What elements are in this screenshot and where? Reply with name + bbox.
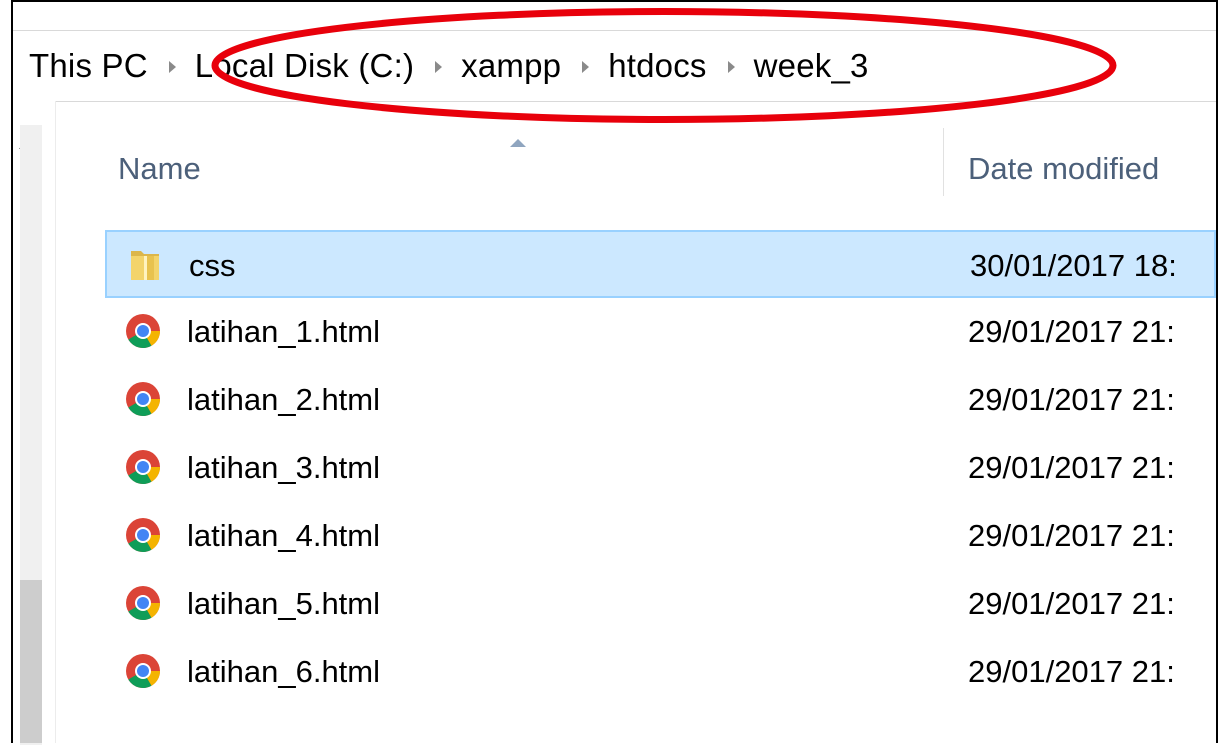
breadcrumb-chevron-icon[interactable] (582, 61, 590, 73)
breadcrumb-chevron-icon[interactable] (168, 61, 176, 73)
chrome-html-file-icon (126, 314, 160, 348)
file-name: latihan_2.html (187, 382, 381, 417)
breadcrumb-htdocs[interactable]: htdocs (606, 47, 708, 85)
address-bar[interactable]: This PC Local Disk (C:) xampp htdocs wee… (13, 30, 1216, 102)
list-item[interactable]: latihan_2.html 29/01/2017 21: (105, 366, 1216, 434)
breadcrumb-chevron-icon[interactable] (727, 61, 735, 73)
chrome-html-file-icon (126, 382, 160, 416)
column-header-date-modified[interactable]: Date modified (968, 151, 1159, 187)
breadcrumb: This PC Local Disk (C:) xampp htdocs wee… (27, 31, 871, 101)
file-date: 29/01/2017 21: (968, 314, 1175, 349)
file-date: 29/01/2017 21: (968, 450, 1175, 485)
list-item[interactable]: latihan_5.html 29/01/2017 21: (105, 570, 1216, 638)
file-name: latihan_6.html (187, 654, 381, 689)
file-date: 30/01/2017 18: (970, 248, 1177, 283)
chrome-html-file-icon (126, 450, 160, 484)
file-date: 29/01/2017 21: (968, 654, 1175, 689)
column-header-name[interactable]: Name (118, 151, 201, 187)
list-item[interactable]: latihan_6.html 29/01/2017 21: (105, 638, 1216, 706)
breadcrumb-xampp[interactable]: xampp (459, 47, 563, 85)
file-date: 29/01/2017 21: (968, 586, 1175, 621)
file-name: latihan_1.html (187, 314, 381, 349)
file-name: latihan_5.html (187, 586, 381, 621)
list-item[interactable]: latihan_1.html 29/01/2017 21: (105, 298, 1216, 366)
list-item[interactable]: css 30/01/2017 18: (105, 230, 1216, 298)
list-item[interactable]: latihan_4.html 29/01/2017 21: (105, 502, 1216, 570)
breadcrumb-local-disk[interactable]: Local Disk (C:) (193, 47, 416, 85)
sort-ascending-icon (510, 139, 526, 147)
file-date: 29/01/2017 21: (968, 382, 1175, 417)
breadcrumb-week-3[interactable]: week_3 (752, 47, 871, 85)
breadcrumb-this-pc[interactable]: This PC (27, 47, 150, 85)
file-name: latihan_3.html (187, 450, 381, 485)
folder-icon (131, 251, 159, 280)
file-date: 29/01/2017 21: (968, 518, 1175, 553)
navigation-scrollbar-thumb[interactable] (20, 580, 42, 743)
file-name: latihan_4.html (187, 518, 381, 553)
chrome-html-file-icon (126, 518, 160, 552)
column-header-row: Name Date modified (105, 101, 1216, 201)
chrome-html-file-icon (126, 586, 160, 620)
column-divider[interactable] (943, 128, 944, 196)
list-item[interactable]: latihan_3.html 29/01/2017 21: (105, 434, 1216, 502)
chrome-html-file-icon (126, 654, 160, 688)
breadcrumb-chevron-icon[interactable] (435, 61, 443, 73)
file-name: css (189, 248, 236, 283)
